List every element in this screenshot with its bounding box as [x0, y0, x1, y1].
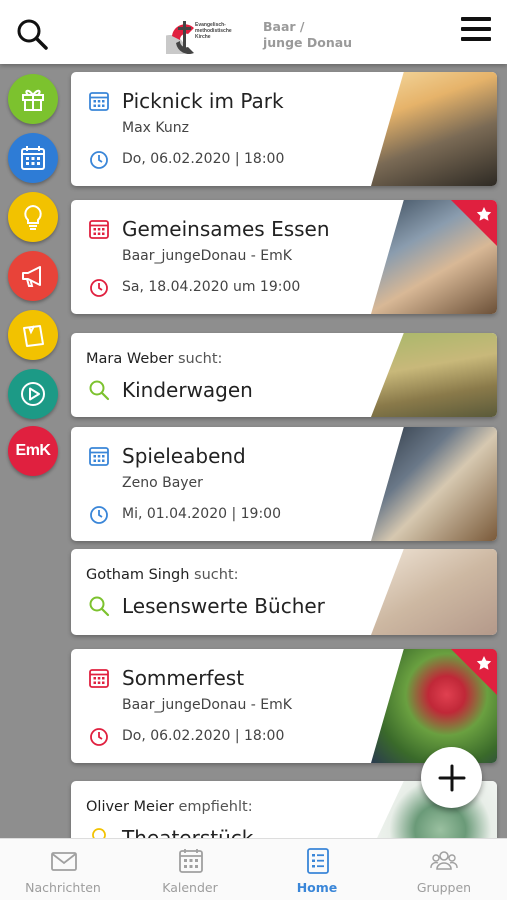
nav-label: Nachrichten — [25, 880, 101, 895]
megaphone-icon — [22, 266, 41, 287]
author-name: Gotham Singh — [86, 567, 190, 583]
event-date: Do, 06.02.2020 | 18:00 — [122, 151, 285, 167]
calendar-icon — [89, 92, 109, 111]
search-author: Mara Weber sucht: — [86, 351, 222, 367]
nav-label: Home — [296, 880, 338, 895]
event-date: Do, 06.02.2020 | 18:00 — [122, 728, 285, 744]
bottom-navigation: Nachrichten Kalender Home Gruppen — [0, 838, 507, 900]
event-title: Gemeinsames Essen — [122, 217, 330, 241]
search-item: Kinderwagen — [122, 378, 253, 402]
search-image — [371, 549, 497, 635]
recommend-author: Oliver Meier empfiehlt: — [86, 799, 253, 815]
event-card[interactable]: Picknick im Park Max Kunz Do, 06.02.2020… — [71, 72, 497, 186]
app-header: Evangelisch-methodistische Kirche Baar /… — [0, 0, 507, 64]
idea-button[interactable] — [8, 192, 58, 242]
plus-icon — [438, 764, 465, 791]
clock-icon — [90, 506, 108, 524]
search-icon — [89, 596, 110, 617]
hamburger-menu-icon[interactable] — [458, 14, 494, 46]
nav-item-nachrichten[interactable]: Nachrichten — [0, 839, 126, 900]
clock-icon — [90, 151, 108, 169]
event-image — [371, 427, 497, 541]
calendar-icon — [21, 146, 45, 170]
calendar-icon — [89, 447, 109, 466]
event-organizer: Baar_jungeDonau - EmK — [122, 697, 292, 713]
logo-wordmark: Evangelisch-methodistische Kirche — [195, 22, 232, 40]
nav-item-home[interactable]: Home — [254, 839, 380, 900]
gift-button[interactable] — [8, 74, 58, 124]
mail-icon — [51, 852, 77, 871]
group-name-line1: Baar / — [263, 19, 305, 34]
media-button[interactable] — [8, 369, 58, 419]
clock-icon — [90, 728, 108, 746]
author-verb: empfiehlt: — [178, 799, 253, 815]
nav-label: Kalender — [162, 880, 218, 895]
event-organizer: Baar_jungeDonau - EmK — [122, 248, 292, 264]
event-date: Sa, 18.04.2020 um 19:00 — [122, 279, 301, 295]
nav-label: Gruppen — [416, 880, 472, 895]
event-card[interactable]: Spieleabend Zeno Bayer Mi, 01.04.2020 | … — [71, 427, 497, 541]
event-title: Sommerfest — [122, 666, 245, 690]
search-image — [371, 333, 497, 417]
nav-item-kalender[interactable]: Kalender — [127, 839, 253, 900]
event-image — [371, 72, 497, 186]
add-button[interactable] — [421, 747, 482, 808]
search-author: Gotham Singh sucht: — [86, 567, 239, 583]
people-icon — [430, 851, 458, 870]
gift-icon — [22, 89, 44, 111]
lightbulb-icon — [24, 204, 42, 230]
calendar-icon — [179, 849, 203, 873]
play-icon — [21, 382, 45, 406]
author-name: Mara Weber — [86, 351, 174, 367]
event-organizer: Zeno Bayer — [122, 475, 203, 491]
search-item: Lesenswerte Bücher — [122, 594, 325, 618]
search-icon — [89, 380, 110, 401]
event-title: Picknick im Park — [122, 89, 284, 113]
calendar-icon — [89, 220, 109, 239]
author-verb: sucht: — [177, 351, 223, 367]
featured-star-ribbon — [451, 200, 497, 246]
event-card[interactable]: Gemeinsames Essen Baar_jungeDonau - EmK … — [71, 200, 497, 314]
event-date: Mi, 01.04.2020 | 19:00 — [122, 506, 281, 522]
search-icon[interactable] — [14, 16, 50, 52]
calendar-icon — [89, 669, 109, 688]
search-card[interactable]: Gotham Singh sucht: Lesenswerte Bücher — [71, 549, 497, 635]
event-organizer: Max Kunz — [122, 120, 189, 136]
calendar-button[interactable] — [8, 133, 58, 183]
announcement-button[interactable] — [8, 251, 58, 301]
author-verb: sucht: — [194, 567, 239, 583]
search-card[interactable]: Mara Weber sucht: Kinderwagen — [71, 333, 497, 417]
emk-icon: EmK — [15, 442, 51, 459]
note-icon — [23, 325, 44, 347]
event-title: Spieleabend — [122, 444, 246, 468]
home-list-icon — [307, 848, 329, 874]
event-card[interactable]: Sommerfest Baar_jungeDonau - EmK Do, 06.… — [71, 649, 497, 763]
group-name-line2: junge Donau — [263, 35, 353, 50]
author-name: Oliver Meier — [86, 799, 174, 815]
featured-star-ribbon — [451, 649, 497, 695]
note-button[interactable] — [8, 310, 58, 360]
nav-item-gruppen[interactable]: Gruppen — [381, 839, 507, 900]
clock-icon — [90, 279, 108, 297]
group-name: Baar / junge Donau — [263, 19, 352, 51]
emk-button[interactable]: EmK — [8, 426, 58, 476]
